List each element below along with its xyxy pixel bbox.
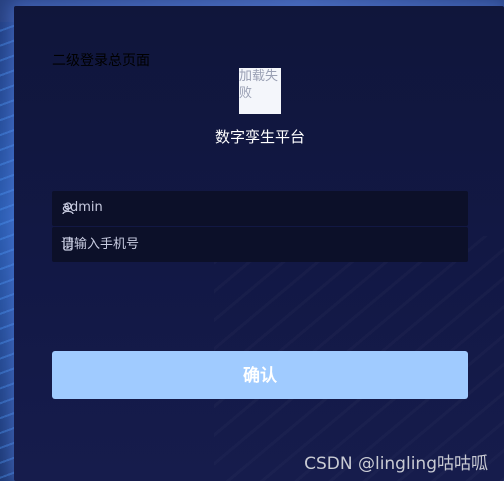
page-title: 二级登录总页面 xyxy=(52,53,150,69)
username-field[interactable]: admin xyxy=(52,191,468,226)
username-value: admin xyxy=(62,200,103,215)
platform-name: 数字孪生平台 xyxy=(214,128,305,146)
logo-image-placeholder: 加载失败 xyxy=(239,68,281,114)
confirm-button[interactable]: 确认 xyxy=(52,351,468,399)
logo-alt-text: 加载失败 xyxy=(239,69,279,101)
phone-placeholder: 请输入手机号 xyxy=(61,237,140,252)
csdn-watermark: CSDN @lingling咕咕呱 xyxy=(304,454,488,474)
phone-field[interactable]: 请输入手机号 xyxy=(52,227,468,262)
